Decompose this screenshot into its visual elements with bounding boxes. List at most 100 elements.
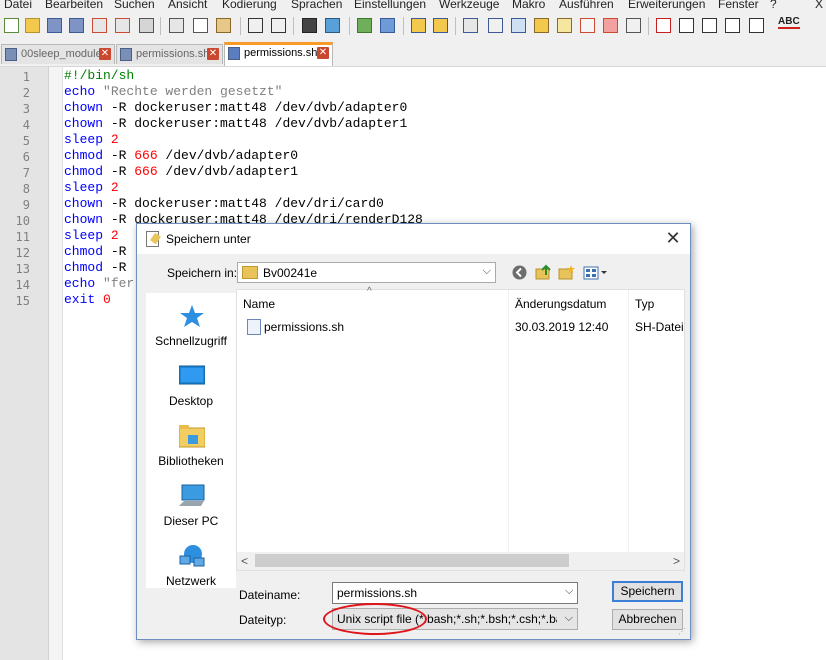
tab-permissions-sh-active[interactable]: permissions.sh ✕ (224, 42, 333, 66)
scroll-right-icon[interactable]: > (673, 554, 680, 568)
code-line[interactable]: chmod -R 666 /dev/dvb/adapter0 (64, 148, 298, 164)
file-list[interactable]: ^ Name Änderungsdatum Typ permissions.sh… (236, 286, 685, 571)
dialog-titlebar[interactable]: Speichern unter ✕ (137, 224, 690, 254)
horizontal-scrollbar[interactable]: < > (237, 552, 684, 570)
copy-icon[interactable] (193, 18, 208, 33)
new-folder-icon[interactable] (558, 264, 575, 281)
close-icon[interactable] (92, 18, 107, 33)
tab-permissions-sh[interactable]: permissions.sh ✕ (116, 44, 223, 64)
place-quick-access[interactable]: Schnellzugriff (146, 298, 236, 354)
scroll-left-icon[interactable]: < (241, 554, 248, 568)
all-chars-icon[interactable] (488, 18, 503, 33)
code-line[interactable]: sleep 2 (64, 132, 119, 148)
record-macro-icon[interactable] (656, 18, 671, 33)
close-tab-icon[interactable]: ✕ (317, 47, 329, 59)
file-type: SH-Datei (635, 320, 684, 334)
filename-input[interactable]: permissions.sh (332, 582, 578, 604)
save-button[interactable]: Speichern (612, 581, 683, 602)
code-line[interactable]: chown -R dockeruser:matt48 /dev/dri/card… (64, 196, 384, 212)
close-icon[interactable]: ✕ (664, 229, 682, 247)
menu-item-kodierung[interactable]: Kodierung (222, 0, 277, 11)
menu-item-x[interactable]: X (815, 0, 823, 11)
code-line[interactable]: exit 0 (64, 292, 111, 308)
play-macro-icon[interactable] (702, 18, 717, 33)
doc-map-icon[interactable] (557, 18, 572, 33)
menu-item-einstellungen[interactable]: Einstellungen (354, 0, 426, 11)
function-list-icon[interactable] (580, 18, 595, 33)
back-icon[interactable] (511, 264, 528, 281)
zoom-out-icon[interactable] (380, 18, 395, 33)
close-all-icon[interactable] (115, 18, 130, 33)
open-file-icon[interactable] (25, 18, 40, 33)
menu-item-fenster[interactable]: Fenster (718, 0, 759, 11)
menu-item-datei[interactable]: Datei (4, 0, 32, 11)
file-name: permissions.sh (264, 320, 345, 334)
star-icon (180, 305, 204, 327)
monitor-icon[interactable] (626, 18, 641, 33)
tab-00sleep-module[interactable]: 00sleep_module ✕ (1, 44, 115, 64)
code-line[interactable]: sleep 2 (64, 180, 119, 196)
sync-h-icon[interactable] (433, 18, 448, 33)
scrollbar-thumb[interactable] (255, 554, 569, 567)
code-line[interactable]: chmod -R 666 /dev/dvb/adapter1 (64, 164, 298, 180)
cancel-button[interactable]: Abbrechen (612, 609, 683, 630)
cut-icon[interactable] (169, 18, 184, 33)
print-icon[interactable] (139, 18, 154, 33)
file-row[interactable]: permissions.sh 30.03.2019 12:40 SH-Datei (237, 317, 684, 337)
column-type[interactable]: Typ (635, 297, 654, 311)
undo-icon[interactable] (248, 18, 263, 33)
replace-icon[interactable] (325, 18, 340, 33)
wrap-icon[interactable] (463, 18, 478, 33)
code-line[interactable]: chown -R dockeruser:matt48 /dev/dvb/adap… (64, 116, 407, 132)
column-date[interactable]: Änderungsdatum (515, 297, 606, 311)
code-line[interactable]: echo "Rechte werden gesetzt" (64, 84, 282, 100)
menu-item-suchen[interactable]: Suchen (114, 0, 155, 11)
menu-item-sprachen[interactable]: Sprachen (291, 0, 342, 11)
view-menu-icon[interactable] (583, 264, 609, 281)
new-file-icon[interactable] (4, 18, 19, 33)
save-macro-icon[interactable] (749, 18, 764, 33)
code-line[interactable]: chmod -R (64, 260, 126, 276)
column-name[interactable]: Name (243, 297, 275, 311)
menu-item-ausfhren[interactable]: Ausführen (559, 0, 614, 11)
close-tab-icon[interactable]: ✕ (99, 48, 111, 60)
menu-item-erweiterungen[interactable]: Erweiterungen (628, 0, 705, 11)
lang-icon[interactable] (534, 18, 549, 33)
place-desktop[interactable]: Desktop (146, 358, 236, 414)
toolbar-separator (240, 17, 241, 35)
close-tab-icon[interactable]: ✕ (207, 48, 219, 60)
indent-guide-icon[interactable] (511, 18, 526, 33)
place-this-pc[interactable]: Dieser PC (146, 478, 236, 534)
place-network[interactable]: Netzwerk (146, 538, 236, 594)
code-line[interactable]: sleep 2 (64, 228, 119, 244)
chevron-down-icon[interactable]: ⌵ (565, 585, 573, 598)
redo-icon[interactable] (271, 18, 286, 33)
stop-macro-icon[interactable] (679, 18, 694, 33)
resize-grip-icon[interactable]: ⋰ (678, 627, 688, 637)
place-libraries[interactable]: Bibliotheken (146, 418, 236, 474)
save-all-icon[interactable] (69, 18, 84, 33)
folder-workspace-icon[interactable] (603, 18, 618, 33)
menu-item-werkzeuge[interactable]: Werkzeuge (439, 0, 499, 11)
find-icon[interactable] (302, 18, 317, 33)
code-line[interactable]: #!/bin/sh (64, 68, 134, 84)
menu-item-bearbeiten[interactable]: Bearbeiten (45, 0, 103, 11)
menu-item-ansicht[interactable]: Ansicht (168, 0, 207, 11)
code-line[interactable]: echo "fer (64, 276, 134, 292)
save-icon[interactable] (47, 18, 62, 33)
code-token: 0 (103, 292, 111, 307)
up-folder-icon[interactable] (535, 264, 552, 281)
menu-item-makro[interactable]: Makro (512, 0, 545, 11)
annotation-circle (323, 603, 427, 635)
spell-check-icon[interactable]: ABC (778, 16, 800, 29)
run-macro-multiple-icon[interactable] (725, 18, 740, 33)
column-header: ^ Name Änderungsdatum Typ (237, 286, 684, 316)
paste-icon[interactable] (216, 18, 231, 33)
menu-item-help[interactable]: ? (770, 0, 777, 11)
code-line[interactable]: chmod -R (64, 244, 126, 260)
code-line[interactable]: chown -R dockeruser:matt48 /dev/dvb/adap… (64, 100, 407, 116)
save-in-dropdown[interactable]: Bv00241e ⌵ (237, 262, 496, 283)
sync-v-icon[interactable] (411, 18, 426, 33)
places-bar: Schnellzugriff Desktop Bibliotheken Dies… (146, 293, 236, 588)
zoom-in-icon[interactable] (357, 18, 372, 33)
